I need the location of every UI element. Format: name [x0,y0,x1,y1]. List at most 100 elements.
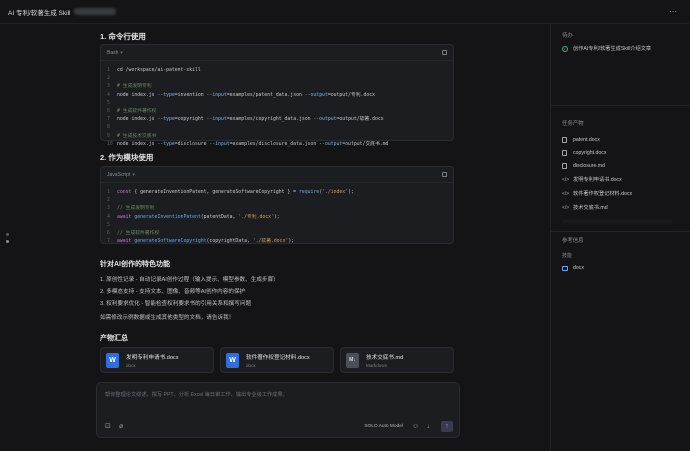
artifact-file[interactable]: disclosure.md [562,163,605,169]
line-number: 1 [107,68,110,73]
line-number: 9 [107,133,110,139]
chevron-down-icon[interactable]: ▾ [120,50,123,56]
code-icon: </> [562,176,570,183]
copy-icon[interactable] [442,50,447,55]
todo-item[interactable]: ✓ 创作AI专利/软著生成Skill介绍文章 [562,45,651,52]
code-line: 9 # 生成技术交底书 [107,133,447,141]
artifact-file[interactable]: </> 技术交底书.md [562,204,608,212]
line-number: 8 [107,125,110,131]
code-line: 2 [107,197,447,205]
feature-item: 3. 权利要求优化 - 智能检查权利要求书的引用关系和撰写问题 [100,301,252,307]
code-token: { generateInventionPatent, generateSoftw… [131,190,299,195]
code-line: 5 [107,222,447,230]
line-number: 6 [107,231,110,237]
code-token: =output/交底书.md [342,141,389,147]
code-token: =examples/disclosure_data.json [229,141,320,147]
code-lines: 1 cd /workspace/ai-patent-skill 2 3 # 生成发明专利… [101,61,453,155]
chevron-down-icon[interactable]: ▾ [132,172,135,178]
artifact-file-name: copyright.docx [573,150,607,156]
closing-text: 如需修改示例数据或生成其他类型的文档，请告诉我！ [100,315,235,321]
microphone-icon[interactable]: ♩ [427,423,434,430]
code-line: 4 await generateInventionPatent (patentDat… [107,214,447,222]
code-token: './index' [322,190,349,195]
pager-dot-icon[interactable] [6,240,9,243]
chat-input-box[interactable]: 帮你整理论文综述、撰写 PPT、分析 Excel 每日审工作、输出专业级工作成果… [96,382,460,438]
output-file-name: 发明专利申请书.docx [126,354,179,361]
code-icon: </> [562,204,570,211]
code-token: ); [348,190,354,195]
code-line: 2 [107,75,447,83]
model-selector[interactable]: SOLO Auto Model [364,424,403,429]
attach-icon[interactable]: ⌀ [119,422,123,430]
code-line: 3 // 生成发明专利 [107,205,447,213]
code-token: node index.js [117,92,158,98]
code-line: 4 node index.js --type =invention --input =… [107,92,447,100]
code-token: generateSoftwareCopyright [134,239,207,245]
output-file-name: 技术交底书.md [366,354,404,361]
code-token: await [117,239,132,245]
code-token: =invention [174,92,207,98]
code-token: --input [206,92,227,98]
code-token: =output/专利.docx [327,92,375,98]
code-line: 1 cd /workspace/ai-patent-skill [107,67,447,75]
word-file-icon: W [106,352,119,368]
code-language-label: Bash [107,49,119,56]
code-token: --input [209,141,230,147]
code-line: 7 node index.js --type =copyright --input =… [107,116,447,124]
code-token: await [117,214,132,220]
code-token: require [298,190,320,195]
output-card[interactable]: W 软件著作权登记材料.docx docx [220,347,334,373]
markdown-file-icon: M↓ [346,352,359,368]
chat-input[interactable]: 帮你整理论文综述、撰写 PPT、分析 Excel 每日审工作、输出专业级工作成果… [105,391,288,398]
todo-heading: 待办 [562,33,573,39]
code-token: --type [157,92,175,98]
code-block-bash: Bash ▾ 1 cd /workspace/ai-patent-skill 2 3 #… [100,44,454,147]
copy-icon[interactable] [442,172,447,177]
skill-item-label: docx [573,265,584,271]
line-number: 3 [107,84,110,90]
expand-icon[interactable]: ⊡ [105,422,111,430]
send-button[interactable]: ↑ [441,421,453,432]
code-token: const [117,190,132,195]
section-title-module: 2. 作为模块使用 [100,153,154,162]
output-file-type: docx [126,362,136,368]
line-number: 5 [107,222,110,228]
code-token: --type [157,117,175,123]
artifact-file-name: disclosure.md [573,163,606,169]
file-icon [562,163,567,169]
line-number: 1 [107,190,110,195]
line-number: 2 [107,198,110,204]
code-line: 1 const { generateInventionPatent, genera… [107,189,447,197]
line-number: 5 [107,100,110,106]
outputs-heading: 产物汇总 [100,335,128,342]
artifact-file[interactable]: </> 软件著作权登记材料.docx [562,190,632,198]
code-token: --output [319,141,343,147]
line-number: 2 [107,76,110,82]
output-card[interactable]: W 发明专利申请书.docx docx [100,347,214,373]
code-token: (patentData, [200,214,239,220]
code-line: 7 await generateSoftwareCopyright (copyrig… [107,238,447,246]
skills-label: 技能 [562,253,573,259]
output-file-name: 软件著作权登记材料.docx [246,354,310,361]
more-options-icon[interactable]: ⋯ [669,7,678,16]
skill-item[interactable]: docx [562,265,584,271]
right-sidebar: 待办 ✓ 创作AI专利/软著生成Skill介绍文章 任务产物 patent.do… [550,24,690,451]
code-language-label: JavaScript [107,171,131,178]
code-token: =copyright [174,117,207,123]
artifact-file[interactable]: patent.docx [562,137,600,143]
output-card[interactable]: M↓ 技术交底书.md Markdown [340,347,454,373]
code-token: cd /workspace/ai-patent-skill [117,68,201,73]
artifact-file[interactable]: copyright.docx [562,150,606,156]
feature-item: 2. 多模态支持 - 支持文本、图像、音频等AI创作内容的保护 [100,289,246,295]
scroll-fade [562,220,672,225]
code-token: # 生成发明专利 [117,84,152,90]
artifact-file[interactable]: </> 发明专利申请书.docx [562,176,622,184]
emoji-icon[interactable]: ☺ [412,423,419,430]
output-cards: W 发明专利申请书.docx docx W 软件著作权登记材料.docx doc… [100,347,454,373]
code-token: # 生成技术交底书 [117,133,157,139]
pager-dot-icon[interactable] [6,233,9,236]
word-file-icon: W [226,352,239,368]
conversation-panel: 1. 命令行使用 Bash ▾ 1 cd /workspace/ai-patent… [100,24,456,380]
code-token: // 生成发明专利 [117,206,155,212]
code-token: =disclosure [174,141,210,147]
